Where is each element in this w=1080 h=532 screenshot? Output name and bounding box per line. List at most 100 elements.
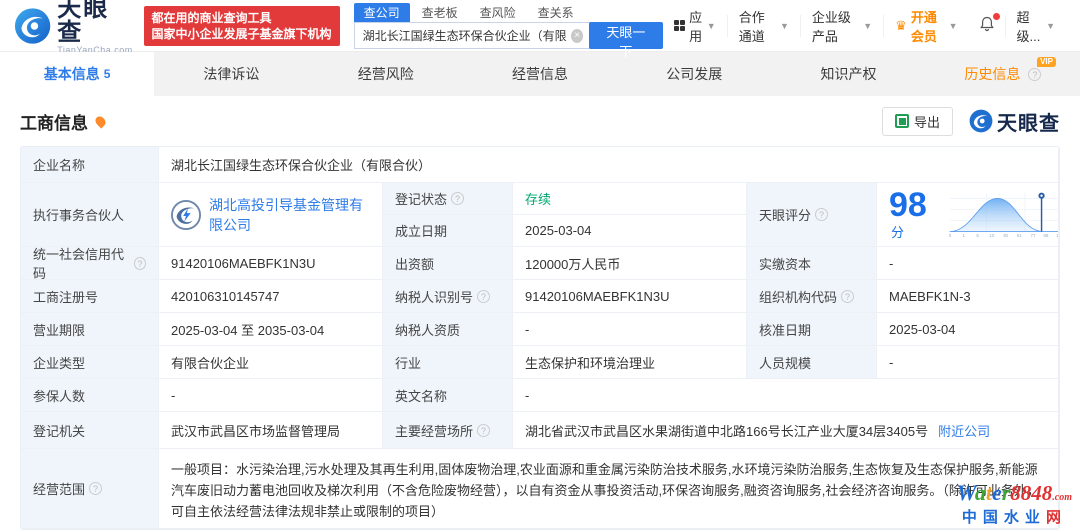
field-value-exec-partner: 湖北高投引导基金管理有限公司	[159, 183, 383, 247]
tab-label: 历史信息	[964, 64, 1020, 84]
field-label-business-term: 营业期限	[21, 313, 159, 346]
tab-basic-info[interactable]: 基本信息 5	[0, 52, 154, 96]
chevron-down-icon: ▼	[949, 21, 958, 31]
tab-legal[interactable]: 法律诉讼	[154, 52, 308, 96]
field-value-main-premises: 湖北省武汉市武昌区水果湖街道中北路166号长江产业大厦34层3405号 附近公司	[513, 412, 1059, 449]
field-label-establish-date: 成立日期	[383, 215, 513, 247]
question-icon[interactable]	[477, 290, 490, 303]
search-input[interactable]	[354, 22, 592, 49]
score-distribution-chart: 0 1 5 10 30 61 77 98 108	[946, 187, 1059, 243]
score-number: 98分	[889, 188, 938, 241]
nav-vip[interactable]: ♛ 开通会员 ▼	[883, 15, 968, 37]
tab-operation-info[interactable]: 经营信息	[463, 52, 617, 96]
field-value-credit-code: 91420106MAEBFK1N3U	[159, 247, 383, 280]
field-label-business-scope: 经营范围	[21, 449, 159, 529]
export-button[interactable]: 导出	[882, 107, 953, 136]
question-icon[interactable]	[451, 192, 464, 205]
question-icon[interactable]	[134, 257, 146, 270]
nav-apps-label: 应用	[689, 7, 703, 45]
nav-channel[interactable]: 合作通道 ▼	[727, 15, 800, 37]
field-label-tyc-score: 天眼评分	[747, 183, 877, 247]
tianyancha-swirl-icon	[969, 109, 993, 133]
field-label-org-code: 组织机构代码	[747, 280, 877, 313]
chevron-down-icon: ▼	[863, 21, 872, 31]
question-icon[interactable]	[841, 290, 854, 303]
vip-badge: VIP	[1037, 57, 1056, 67]
svg-text:98: 98	[1043, 233, 1049, 238]
tab-company-development[interactable]: 公司发展	[617, 52, 771, 96]
search-area: 查公司 查老板 查风险 查关系 × 天眼一下	[354, 3, 663, 49]
field-value-approval-date: 2025-03-04	[877, 313, 1059, 346]
search-tab-relation[interactable]: 查关系	[528, 3, 584, 22]
section-title: 工商信息	[20, 109, 88, 134]
nearby-companies-link[interactable]: 附近公司	[938, 421, 990, 440]
field-value-english-name: -	[513, 379, 1059, 412]
field-value-company-type: 有限合伙企业	[159, 346, 383, 379]
tab-operation-risk[interactable]: 经营风险	[309, 52, 463, 96]
field-label-approval-date: 核准日期	[747, 313, 877, 346]
svg-text:10: 10	[989, 233, 995, 238]
nav-enterprise-label: 企业级产品	[812, 7, 859, 45]
search-tabs: 查公司 查老板 查风险 查关系	[354, 3, 663, 22]
score-axis-ticks: 0 1 5 10 30 61 77 98 108	[948, 233, 1059, 238]
nav-apps[interactable]: 应用 ▼	[663, 15, 727, 37]
field-value-industry: 生态保护和环境治理业	[513, 346, 747, 379]
field-label-company-type: 企业类型	[21, 346, 159, 379]
field-label-taxpayer-id: 纳税人识别号	[383, 280, 513, 313]
search-button[interactable]: 天眼一下	[589, 22, 662, 49]
nav-enterprise[interactable]: 企业级产品 ▼	[800, 15, 883, 37]
field-value-business-term: 2025-03-04 至 2035-03-04	[159, 313, 383, 346]
field-value-reg-authority: 武汉市武昌区市场监督管理局	[159, 412, 383, 449]
section-header: 工商信息 导出 天眼查	[0, 96, 1080, 146]
tianyancha-logo[interactable]: 天眼查 TianYanCha.com	[14, 0, 134, 55]
clear-icon[interactable]: ×	[571, 29, 583, 43]
field-label-english-name: 英文名称	[383, 379, 513, 412]
field-value-business-scope: 一般项目：水污染治理,污水处理及其再生利用,固体废物治理,农业面源和重金属污染防…	[159, 449, 1059, 529]
page: 天眼查 TianYanCha.com 都在用的商业查询工具 国家中小企业发展子基…	[0, 0, 1080, 532]
chevron-down-icon: ▼	[1046, 21, 1055, 31]
field-label-reg-status: 登记状态	[383, 183, 513, 215]
svg-text:77: 77	[1030, 233, 1036, 238]
search-tab-risk[interactable]: 查风险	[470, 3, 526, 22]
search-tab-boss[interactable]: 查老板	[412, 3, 468, 22]
field-label-company-name: 企业名称	[21, 147, 159, 183]
status-badge: 存续	[525, 189, 551, 208]
tab-label: 经营风险	[358, 64, 414, 84]
tab-history-info[interactable]: 历史信息 VIP	[926, 52, 1080, 96]
question-icon[interactable]	[1028, 68, 1041, 81]
question-icon[interactable]	[89, 482, 102, 495]
search-tab-company[interactable]: 查公司	[354, 3, 410, 22]
field-label-paid-capital: 实缴资本	[747, 247, 877, 280]
field-label-reg-number: 工商注册号	[21, 280, 159, 313]
field-value-org-code: MAEBFK1N-3	[877, 280, 1059, 313]
field-value-insured-count: -	[159, 379, 383, 412]
field-value-reg-number: 420106310145747	[159, 280, 383, 313]
svg-text:0: 0	[948, 233, 951, 238]
top-nav: 应用 ▼ 合作通道 ▼ 企业级产品 ▼ ♛ 开通会员 ▼	[663, 15, 1066, 37]
tab-label: 经营信息	[512, 64, 568, 84]
field-value-establish-date: 2025-03-04	[513, 215, 747, 247]
brand-title: 天眼查	[997, 107, 1060, 136]
field-label-main-premises: 主要经营场所	[383, 412, 513, 449]
watermark-line2: 中国水业网	[957, 508, 1072, 528]
watermark-line1: Water8848.com	[957, 483, 1072, 508]
question-icon[interactable]	[477, 424, 490, 437]
field-label-insured-count: 参保人数	[21, 379, 159, 412]
field-value-reg-status: 存续	[513, 183, 747, 215]
field-label-reg-authority: 登记机关	[21, 412, 159, 449]
notifications-bell[interactable]	[969, 16, 1005, 35]
nav-vip-label: 开通会员	[911, 7, 945, 45]
chevron-down-icon: ▼	[780, 21, 789, 31]
svg-text:5: 5	[976, 233, 979, 238]
partner-company-link[interactable]: 湖北高投引导基金管理有限公司	[209, 195, 370, 235]
bell-icon	[979, 16, 995, 32]
question-icon[interactable]	[815, 208, 828, 221]
export-label: 导出	[914, 112, 940, 131]
promo-line2: 国家中小企业发展子基金旗下机构	[152, 26, 332, 42]
svg-text:30: 30	[1003, 233, 1009, 238]
tianyancha-swirl-icon	[14, 7, 51, 45]
nav-account[interactable]: 超级... ▼	[1005, 15, 1066, 37]
tab-intellectual-property[interactable]: 知识产权	[771, 52, 925, 96]
field-value-contribution: 120000万人民币	[513, 247, 747, 280]
tab-label: 基本信息	[44, 64, 100, 84]
